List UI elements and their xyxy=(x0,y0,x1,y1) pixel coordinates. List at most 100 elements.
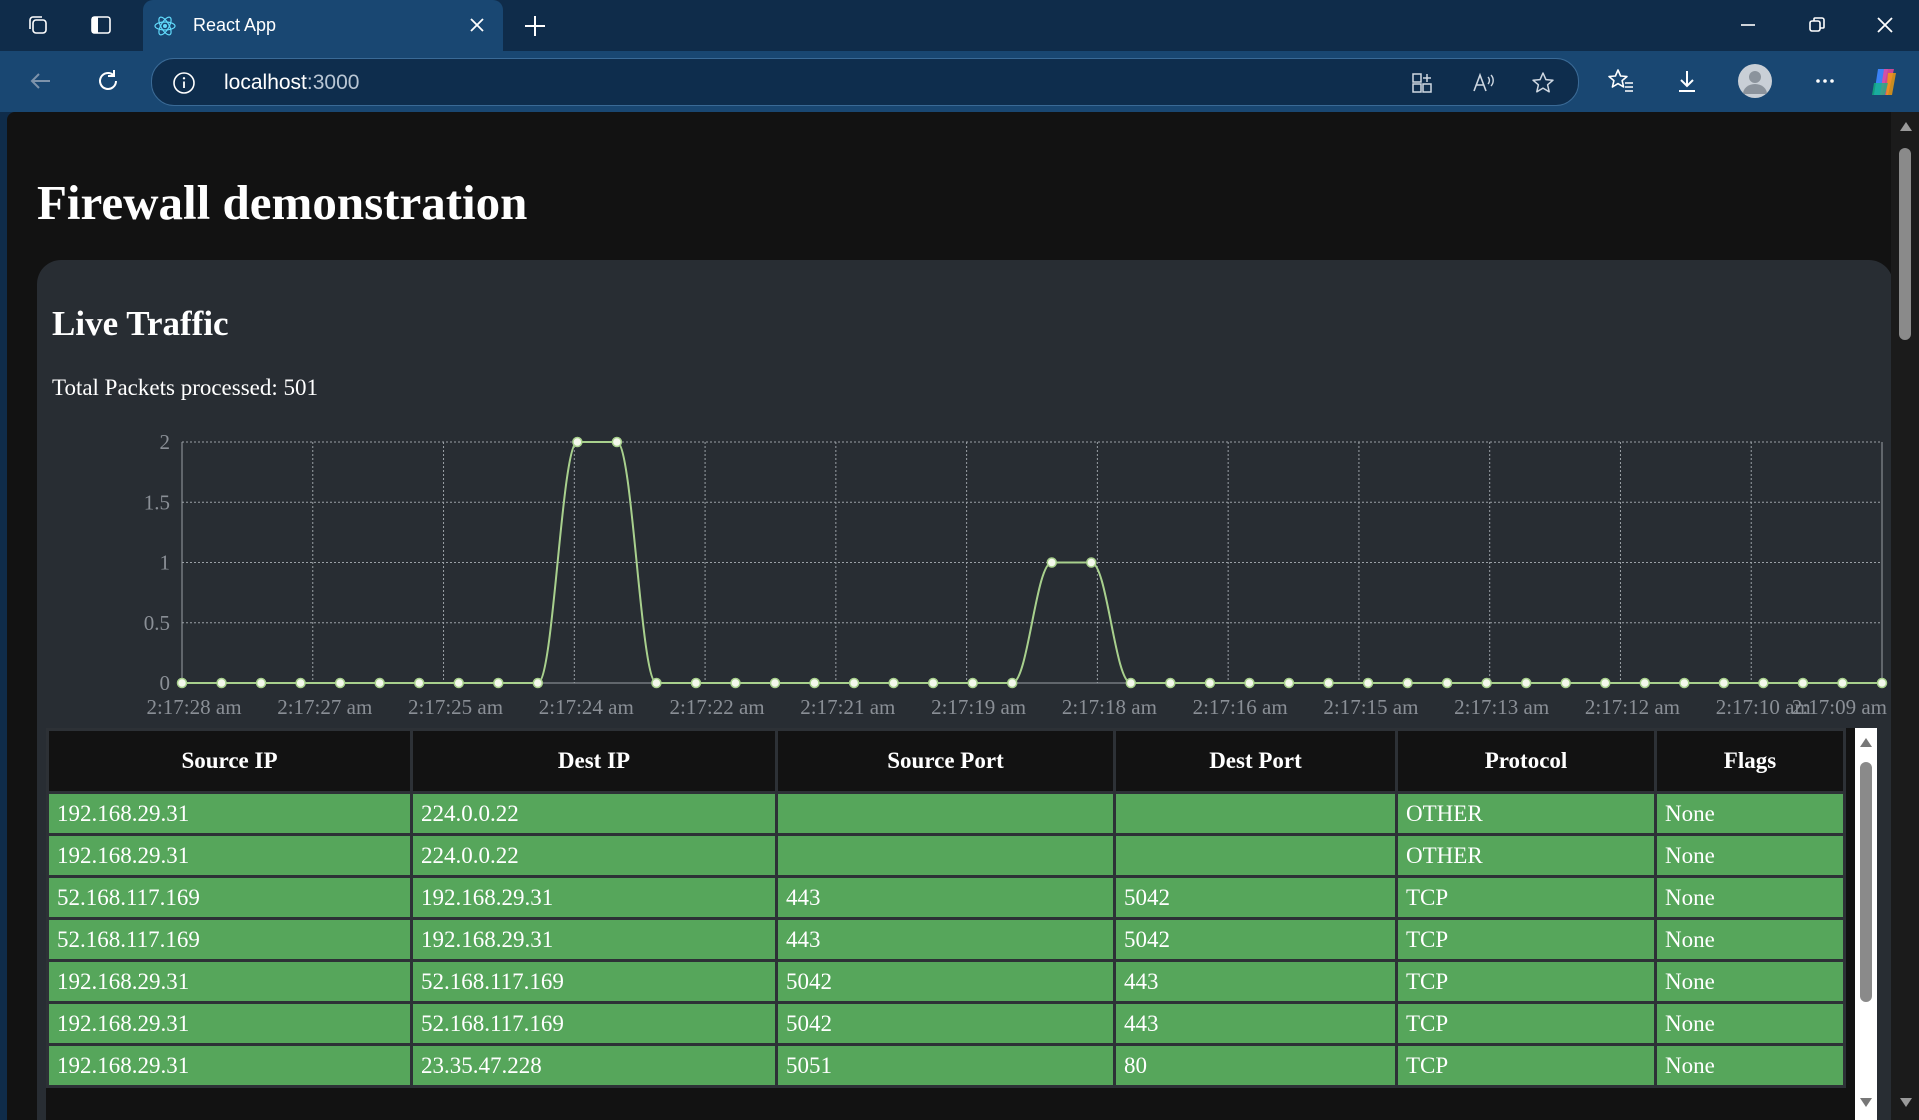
data-point[interactable] xyxy=(1600,677,1611,689)
data-point[interactable] xyxy=(216,677,227,689)
data-point[interactable] xyxy=(611,436,623,448)
data-point[interactable] xyxy=(255,677,267,689)
table-cell: 5042 xyxy=(1113,875,1398,920)
data-point[interactable] xyxy=(1758,677,1769,689)
data-point[interactable] xyxy=(1481,677,1492,689)
data-point[interactable] xyxy=(413,677,425,689)
y-tick-label: 1.5 xyxy=(144,490,170,514)
table-row: 192.168.29.31 52.168.117.169 5042 443 TCP Non… xyxy=(46,1001,1846,1046)
data-point[interactable] xyxy=(1797,677,1809,689)
table-cell: 5042 xyxy=(775,959,1116,1004)
data-point[interactable] xyxy=(1006,677,1018,689)
table-cell xyxy=(1113,791,1398,836)
data-point[interactable] xyxy=(1323,677,1334,689)
x-tick-label: 2:17:16 am xyxy=(1193,695,1288,719)
address-text[interactable]: localhost:3000 xyxy=(224,71,359,95)
table-cell: 224.0.0.22 xyxy=(410,833,778,878)
data-point[interactable] xyxy=(1402,677,1413,689)
table-scrollbar[interactable] xyxy=(1855,728,1877,1120)
data-point[interactable] xyxy=(1876,677,1888,689)
new-tab-icon[interactable] xyxy=(522,13,548,39)
table-cell: TCP xyxy=(1395,959,1657,1004)
x-tick-label: 2:17:22 am xyxy=(670,695,765,719)
data-point[interactable] xyxy=(967,677,978,689)
column-header: Flags xyxy=(1654,728,1846,794)
total-packets-label: Total Packets processed: 501 xyxy=(52,375,319,400)
copilot-icon[interactable] xyxy=(1868,65,1902,99)
back-arrow-icon[interactable] xyxy=(26,66,56,96)
data-point[interactable] xyxy=(769,677,781,689)
data-point[interactable] xyxy=(176,677,188,689)
data-point[interactable] xyxy=(1718,677,1730,689)
table-scroll-thumb[interactable] xyxy=(1860,762,1872,1002)
site-info-icon[interactable] xyxy=(172,71,196,95)
download-icon[interactable] xyxy=(1672,66,1702,96)
browser-navbar: localhost:3000 xyxy=(0,51,1919,112)
data-point[interactable] xyxy=(1046,557,1058,568)
table-scroll-down-arrow[interactable] xyxy=(1860,1098,1872,1107)
table-cell: 443 xyxy=(1113,1001,1398,1046)
table-cell: 443 xyxy=(775,917,1116,962)
data-point[interactable] xyxy=(1837,677,1848,689)
minimize-icon[interactable] xyxy=(1736,13,1760,37)
table-cell: 192.168.29.31 xyxy=(410,917,778,962)
data-point[interactable] xyxy=(888,677,899,689)
table-cell: None xyxy=(1654,1043,1846,1088)
favorite-star-icon[interactable] xyxy=(1530,70,1556,96)
data-point[interactable] xyxy=(1679,677,1690,689)
data-point[interactable] xyxy=(651,677,662,689)
table-cell: 224.0.0.22 xyxy=(410,791,778,836)
table-cell: 5042 xyxy=(775,1001,1116,1046)
page-scroll-up-arrow[interactable] xyxy=(1900,122,1912,131)
address-bar[interactable]: localhost:3000 xyxy=(151,58,1579,106)
data-point[interactable] xyxy=(1086,557,1097,568)
data-point[interactable] xyxy=(334,677,346,689)
more-options-icon[interactable] xyxy=(1810,66,1840,96)
favorites-icon[interactable] xyxy=(1606,66,1636,96)
data-point[interactable] xyxy=(1362,677,1374,689)
profile-avatar[interactable] xyxy=(1738,64,1772,98)
data-point[interactable] xyxy=(1165,677,1176,689)
read-aloud-icon[interactable] xyxy=(1470,70,1496,96)
data-point[interactable] xyxy=(690,677,702,689)
close-window-icon[interactable] xyxy=(1873,13,1897,37)
y-tick-label: 0.5 xyxy=(144,611,170,635)
data-point[interactable] xyxy=(572,436,583,448)
browser-titlebar: React App xyxy=(0,0,1919,51)
data-point[interactable] xyxy=(1125,677,1137,689)
data-point[interactable] xyxy=(1639,677,1651,689)
page-scroll-thumb[interactable] xyxy=(1899,148,1911,340)
data-point[interactable] xyxy=(730,677,741,689)
data-point[interactable] xyxy=(1204,677,1216,689)
tab-actions-icon[interactable] xyxy=(89,13,113,37)
x-tick-label: 2:17:24 am xyxy=(539,695,634,719)
table-cell: 192.168.29.31 xyxy=(46,1043,413,1088)
data-point[interactable] xyxy=(1520,677,1532,689)
close-icon[interactable] xyxy=(468,16,486,34)
table-header-row: Source IP Dest IP Source Port Dest Port Prot… xyxy=(46,728,1846,794)
page-scroll-down-arrow[interactable] xyxy=(1900,1098,1912,1107)
y-tick-label: 2 xyxy=(160,430,171,454)
data-point[interactable] xyxy=(453,677,464,689)
data-point[interactable] xyxy=(927,677,939,689)
data-point[interactable] xyxy=(1560,677,1571,689)
app-available-icon[interactable] xyxy=(1409,70,1435,96)
table-body: 192.168.29.31 224.0.0.22 OTHER None 192.168.… xyxy=(46,791,1846,1088)
data-point[interactable] xyxy=(493,677,504,689)
data-point[interactable] xyxy=(1244,677,1255,689)
refresh-icon[interactable] xyxy=(93,66,123,96)
data-point[interactable] xyxy=(295,677,306,689)
table-scroll-up-arrow[interactable] xyxy=(1860,738,1872,747)
x-tick-label: 2:17:27 am xyxy=(277,695,372,719)
workspaces-icon[interactable] xyxy=(26,13,50,37)
data-point[interactable] xyxy=(532,677,544,689)
data-point[interactable] xyxy=(1441,677,1453,689)
restore-icon[interactable] xyxy=(1805,13,1829,37)
data-point[interactable] xyxy=(848,677,860,689)
data-point[interactable] xyxy=(809,677,820,689)
data-point[interactable] xyxy=(374,677,385,689)
data-point[interactable] xyxy=(1283,677,1295,689)
browser-tab[interactable]: React App xyxy=(143,0,503,51)
packet-table-container[interactable]: Source IP Dest IP Source Port Dest Port Prot… xyxy=(46,728,1856,1120)
page-scrollbar[interactable] xyxy=(1891,112,1919,1120)
